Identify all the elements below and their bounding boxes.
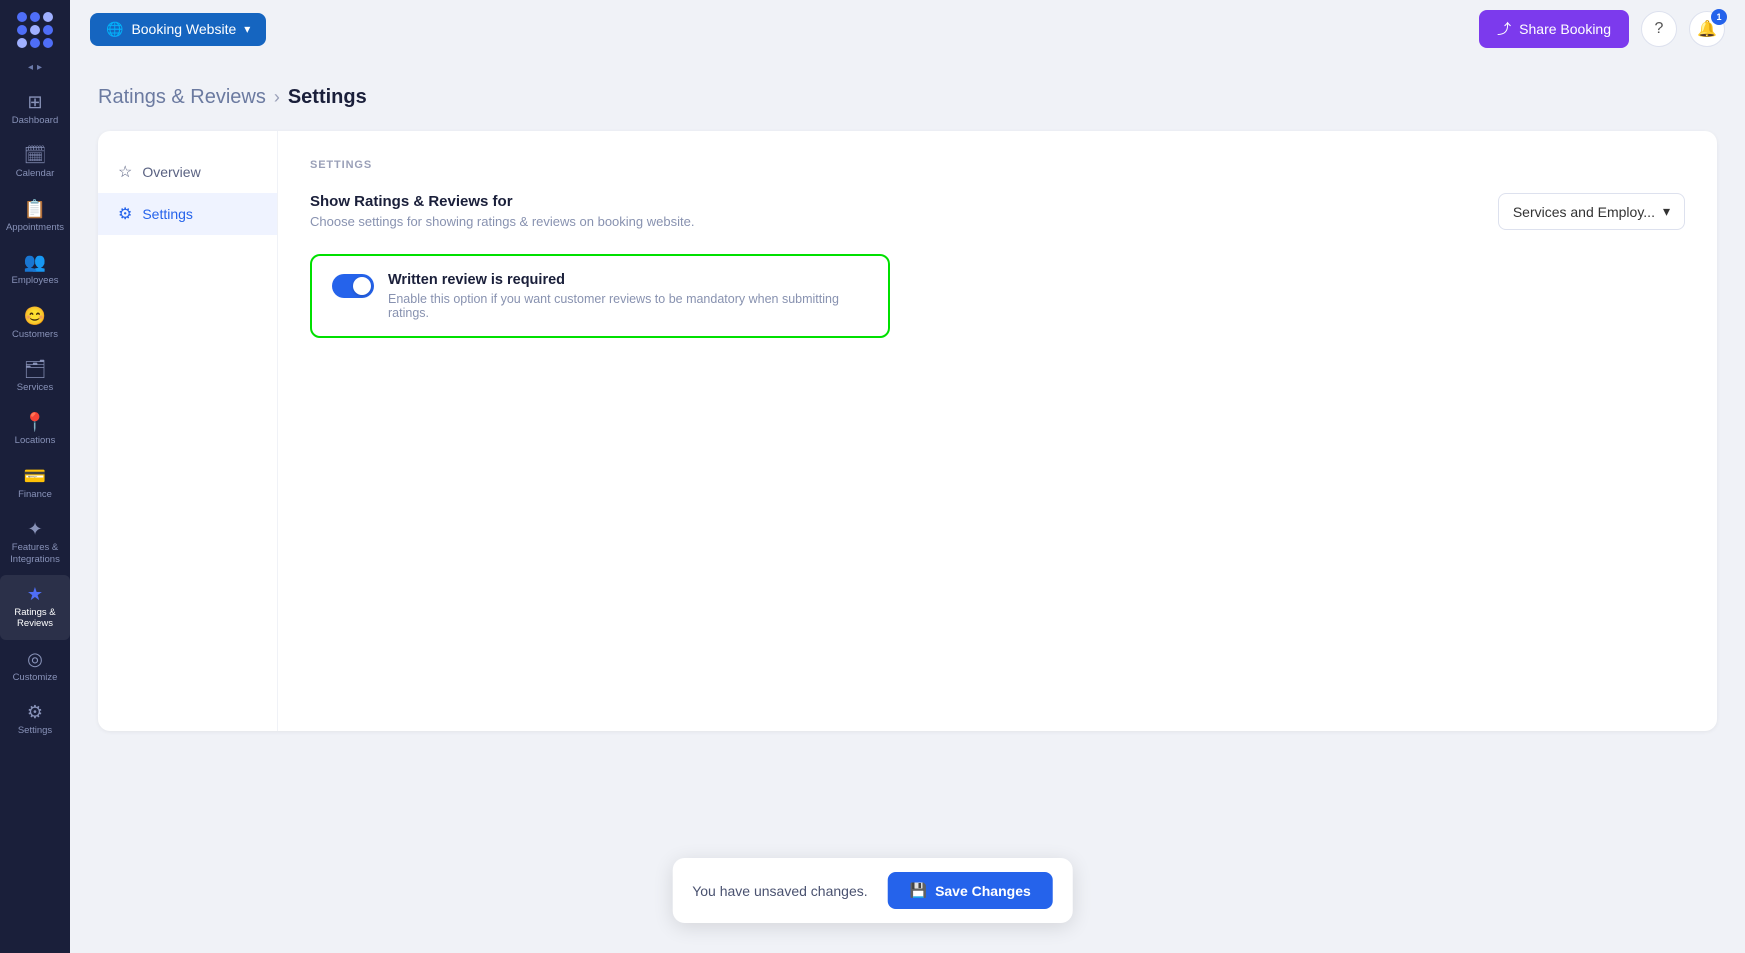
show-ratings-dropdown[interactable]: Services and Employ... ▾ bbox=[1498, 193, 1685, 230]
employees-icon: 👥 bbox=[24, 253, 46, 271]
toggle-thumb bbox=[353, 277, 371, 295]
sidebar-item-settings[interactable]: ⚙ Settings bbox=[0, 693, 70, 746]
dropdown-value: Services and Employ... bbox=[1513, 204, 1655, 220]
customize-icon: ◎ bbox=[27, 650, 43, 668]
features-icon: ✦ bbox=[27, 520, 42, 538]
share-booking-button[interactable]: ⤴ Share Booking bbox=[1479, 10, 1629, 48]
nav-item-settings[interactable]: ⚙ Settings bbox=[98, 193, 277, 235]
sidebar-item-customize[interactable]: ◎ Customize bbox=[0, 640, 70, 693]
share-booking-label: Share Booking bbox=[1519, 21, 1611, 37]
app-logo bbox=[17, 12, 53, 48]
main-content: Ratings & Reviews › Settings ☆ Overview … bbox=[70, 58, 1745, 953]
nav-settings-label: Settings bbox=[142, 206, 193, 222]
logo-dot bbox=[30, 12, 40, 22]
sidebar-item-appointments[interactable]: 📋 Appointments bbox=[0, 190, 70, 243]
sidebar-item-employees[interactable]: 👥 Employees bbox=[0, 243, 70, 296]
sidebar: ◂▸ ⊞ Dashboard 🗓 Calendar 📋 Appointments… bbox=[0, 0, 70, 953]
breadcrumb: Ratings & Reviews › Settings bbox=[98, 86, 1717, 109]
breadcrumb-chevron: › bbox=[274, 87, 280, 108]
save-changes-button[interactable]: 💾 Save Changes bbox=[888, 872, 1053, 909]
save-changes-label: Save Changes bbox=[935, 883, 1031, 899]
written-review-content: Written review is required Enable this o… bbox=[388, 272, 868, 320]
sidebar-label-calendar: Calendar bbox=[16, 168, 55, 179]
logo-dot bbox=[43, 12, 53, 22]
sidebar-item-locations[interactable]: 📍 Locations bbox=[0, 403, 70, 456]
sidebar-label-ratings: Ratings & Reviews bbox=[4, 607, 66, 630]
gear-icon: ⚙ bbox=[118, 204, 132, 224]
sidebar-item-calendar[interactable]: 🗓 Calendar bbox=[0, 136, 70, 189]
sidebar-label-appointments: Appointments bbox=[6, 222, 64, 233]
written-review-description: Enable this option if you want customer … bbox=[388, 292, 868, 320]
sidebar-collapse-button[interactable]: ◂▸ bbox=[28, 62, 42, 73]
sidebar-label-dashboard: Dashboard bbox=[12, 115, 58, 126]
card-content: SETTINGS Show Ratings & Reviews for Choo… bbox=[278, 131, 1717, 731]
sidebar-label-customize: Customize bbox=[13, 672, 58, 683]
dropdown-chevron-icon: ▾ bbox=[1663, 203, 1670, 220]
sidebar-label-settings: Settings bbox=[18, 725, 52, 736]
sidebar-item-dashboard[interactable]: ⊞ Dashboard bbox=[0, 83, 70, 136]
show-ratings-description: Choose settings for showing ratings & re… bbox=[310, 214, 694, 229]
card-nav: ☆ Overview ⚙ Settings bbox=[98, 131, 278, 731]
written-review-toggle-box: Written review is required Enable this o… bbox=[310, 254, 890, 338]
sidebar-label-locations: Locations bbox=[15, 435, 56, 446]
appointments-icon: 📋 bbox=[24, 200, 46, 218]
nav-item-overview[interactable]: ☆ Overview bbox=[98, 151, 277, 193]
show-ratings-row: Show Ratings & Reviews for Choose settin… bbox=[310, 193, 1685, 230]
globe-icon: 🌐 bbox=[106, 21, 123, 38]
share-icon: ⤴ bbox=[1497, 19, 1511, 39]
question-icon: ? bbox=[1655, 20, 1664, 38]
save-bar: You have unsaved changes. 💾 Save Changes bbox=[672, 858, 1073, 923]
sidebar-label-customers: Customers bbox=[12, 329, 58, 340]
sidebar-item-finance[interactable]: 💳 Finance bbox=[0, 457, 70, 510]
logo-dot bbox=[17, 12, 27, 22]
sidebar-item-customers[interactable]: 😊 Customers bbox=[0, 297, 70, 350]
sidebar-item-services[interactable]: 🗂 Services bbox=[0, 350, 70, 403]
customers-icon: 😊 bbox=[24, 307, 46, 325]
calendar-icon: 🗓 bbox=[24, 146, 47, 164]
toggle-track bbox=[332, 274, 374, 298]
sidebar-label-employees: Employees bbox=[12, 275, 59, 286]
written-review-toggle[interactable] bbox=[332, 274, 374, 298]
sidebar-label-finance: Finance bbox=[18, 489, 52, 500]
topbar: 🌐 Booking Website ▾ ⤴ Share Booking ? 🔔 … bbox=[70, 0, 1745, 58]
settings-icon: ⚙ bbox=[27, 703, 43, 721]
show-ratings-title: Show Ratings & Reviews for bbox=[310, 193, 694, 210]
locations-icon: 📍 bbox=[24, 413, 46, 431]
booking-website-button[interactable]: 🌐 Booking Website ▾ bbox=[90, 13, 266, 46]
logo-dot bbox=[43, 38, 53, 48]
logo-dot bbox=[17, 25, 27, 35]
ratings-icon: ★ bbox=[27, 585, 43, 603]
sidebar-label-services: Services bbox=[17, 382, 53, 393]
notifications-button[interactable]: 🔔 1 bbox=[1689, 11, 1725, 47]
sidebar-item-features[interactable]: ✦ Features & Integrations bbox=[0, 510, 70, 575]
finance-icon: 💳 bbox=[24, 467, 46, 485]
breadcrumb-parent[interactable]: Ratings & Reviews bbox=[98, 86, 266, 109]
notification-badge: 1 bbox=[1711, 9, 1727, 25]
logo-dot bbox=[30, 38, 40, 48]
show-ratings-info: Show Ratings & Reviews for Choose settin… bbox=[310, 193, 694, 229]
dashboard-icon: ⊞ bbox=[27, 93, 42, 111]
save-icon: 💾 bbox=[910, 882, 927, 899]
sidebar-label-features: Features & Integrations bbox=[4, 542, 66, 565]
written-review-title: Written review is required bbox=[388, 272, 868, 288]
booking-website-label: Booking Website bbox=[131, 21, 236, 37]
sidebar-item-ratings[interactable]: ★ Ratings & Reviews bbox=[0, 575, 70, 640]
topbar-right: ⤴ Share Booking ? 🔔 1 bbox=[1479, 10, 1725, 48]
logo-dot bbox=[17, 38, 27, 48]
breadcrumb-current: Settings bbox=[288, 86, 367, 109]
logo-dot bbox=[30, 25, 40, 35]
help-button[interactable]: ? bbox=[1641, 11, 1677, 47]
logo-dot bbox=[43, 25, 53, 35]
settings-card: ☆ Overview ⚙ Settings SETTINGS Show Rati… bbox=[98, 131, 1717, 731]
section-label: SETTINGS bbox=[310, 159, 1685, 171]
unsaved-changes-text: You have unsaved changes. bbox=[692, 883, 867, 899]
chevron-down-icon: ▾ bbox=[244, 22, 250, 36]
services-icon: 🗂 bbox=[24, 360, 47, 378]
nav-overview-label: Overview bbox=[142, 164, 200, 180]
star-icon: ☆ bbox=[118, 162, 132, 182]
